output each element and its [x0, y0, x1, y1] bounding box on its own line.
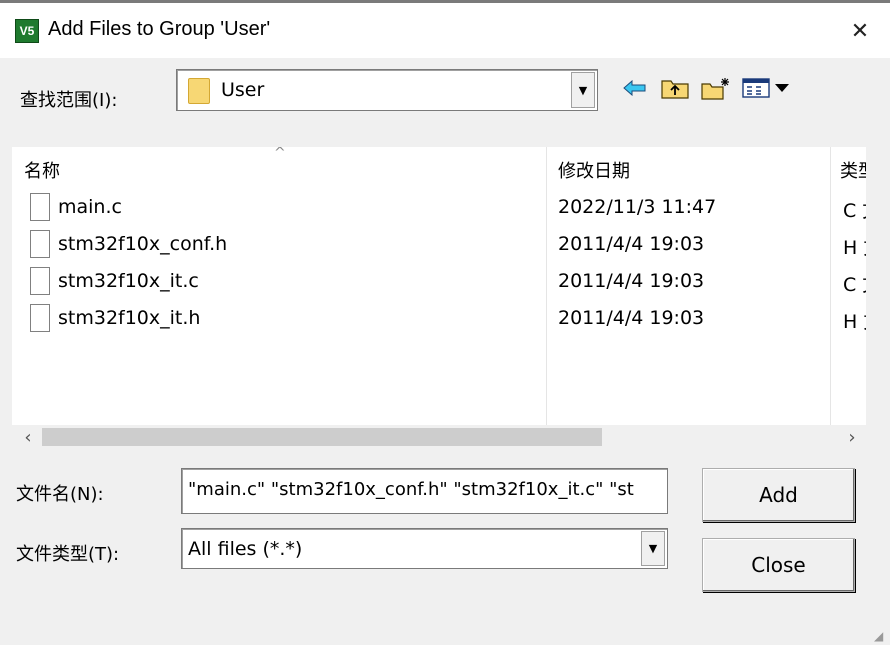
keil-app-icon: V5 [15, 19, 39, 43]
scroll-left-icon[interactable]: ‹ [14, 425, 42, 449]
file-icon [30, 193, 50, 221]
file-type-value: All files (*.*) [188, 538, 303, 560]
close-window-button[interactable]: ✕ [840, 15, 880, 47]
file-row-main-c[interactable]: main.c 2022/11/3 11:47 C 文件 [12, 190, 866, 226]
add-files-dialog: V5 Add Files to Group 'User' ✕ 查找范围(I): … [0, 0, 890, 645]
file-type-dropdown-button[interactable]: ▼ [641, 531, 665, 566]
file-list-view[interactable]: ^ 名称 修改日期 类型 main.c 2022/11/3 11:47 C 文件… [12, 147, 866, 425]
window-title: Add Files to Group 'User' [48, 18, 271, 40]
back-icon[interactable] [622, 76, 648, 100]
file-name-label: 文件名(N): [16, 484, 104, 505]
file-date: 2011/4/4 19:03 [558, 307, 705, 329]
view-menu-icon[interactable] [741, 76, 791, 100]
sort-ascending-icon: ^ [274, 147, 286, 161]
new-folder-icon[interactable] [700, 76, 732, 100]
chevron-down-icon: ▼ [648, 542, 658, 555]
file-name: stm32f10x_it.h [58, 307, 201, 329]
file-name-input[interactable]: "main.c" "stm32f10x_conf.h" "stm32f10x_i… [181, 468, 668, 514]
file-name: stm32f10x_it.c [58, 270, 199, 292]
resize-grip-icon[interactable]: ◢ [874, 629, 888, 643]
file-name-value: "main.c" "stm32f10x_conf.h" "stm32f10x_i… [188, 479, 634, 500]
file-name: stm32f10x_conf.h [58, 233, 228, 255]
scroll-right-icon[interactable]: › [838, 425, 866, 449]
chevron-down-icon: ▼ [578, 83, 588, 97]
scrollbar-thumb[interactable] [42, 428, 602, 446]
look-in-label: 查找范围(I): [20, 90, 118, 111]
file-row-stm32f10x-it-c[interactable]: stm32f10x_it.c 2011/4/4 19:03 C 文件 [12, 264, 866, 300]
column-header-type[interactable]: 类型 [840, 157, 866, 183]
look-in-dropdown-button[interactable]: ▼ [571, 72, 595, 108]
close-button-label: Close [751, 553, 806, 577]
column-header-date[interactable]: 修改日期 [558, 157, 630, 183]
look-in-value: User [221, 79, 265, 101]
file-icon [30, 230, 50, 258]
close-button[interactable]: Close [702, 538, 855, 592]
add-button-label: Add [759, 483, 798, 507]
title-bar[interactable]: V5 Add Files to Group 'User' ✕ [0, 3, 890, 58]
file-type: C 文件 [843, 274, 866, 296]
file-icon [30, 267, 50, 295]
add-button[interactable]: Add [702, 468, 855, 522]
close-icon: ✕ [850, 18, 870, 44]
file-name: main.c [58, 196, 122, 218]
file-type-label: 文件类型(T): [16, 544, 120, 565]
column-header-name[interactable]: 名称 [24, 157, 60, 183]
file-row-stm32f10x-conf-h[interactable]: stm32f10x_conf.h 2011/4/4 19:03 H 文件 [12, 227, 866, 263]
file-type: H 文件 [843, 311, 866, 333]
file-type: H 文件 [843, 237, 866, 259]
file-type: C 文件 [843, 200, 866, 222]
horizontal-scrollbar[interactable]: ‹ › [12, 425, 866, 449]
folder-icon [188, 78, 210, 104]
file-type-combobox[interactable]: All files (*.*) ▼ [181, 528, 668, 569]
file-date: 2011/4/4 19:03 [558, 270, 705, 292]
look-in-combobox[interactable]: User ▼ [176, 69, 598, 111]
file-row-stm32f10x-it-h[interactable]: stm32f10x_it.h 2011/4/4 19:03 H 文件 [12, 301, 866, 337]
file-date: 2022/11/3 11:47 [558, 196, 717, 218]
up-folder-icon[interactable] [660, 76, 690, 100]
file-icon [30, 304, 50, 332]
file-date: 2011/4/4 19:03 [558, 233, 705, 255]
